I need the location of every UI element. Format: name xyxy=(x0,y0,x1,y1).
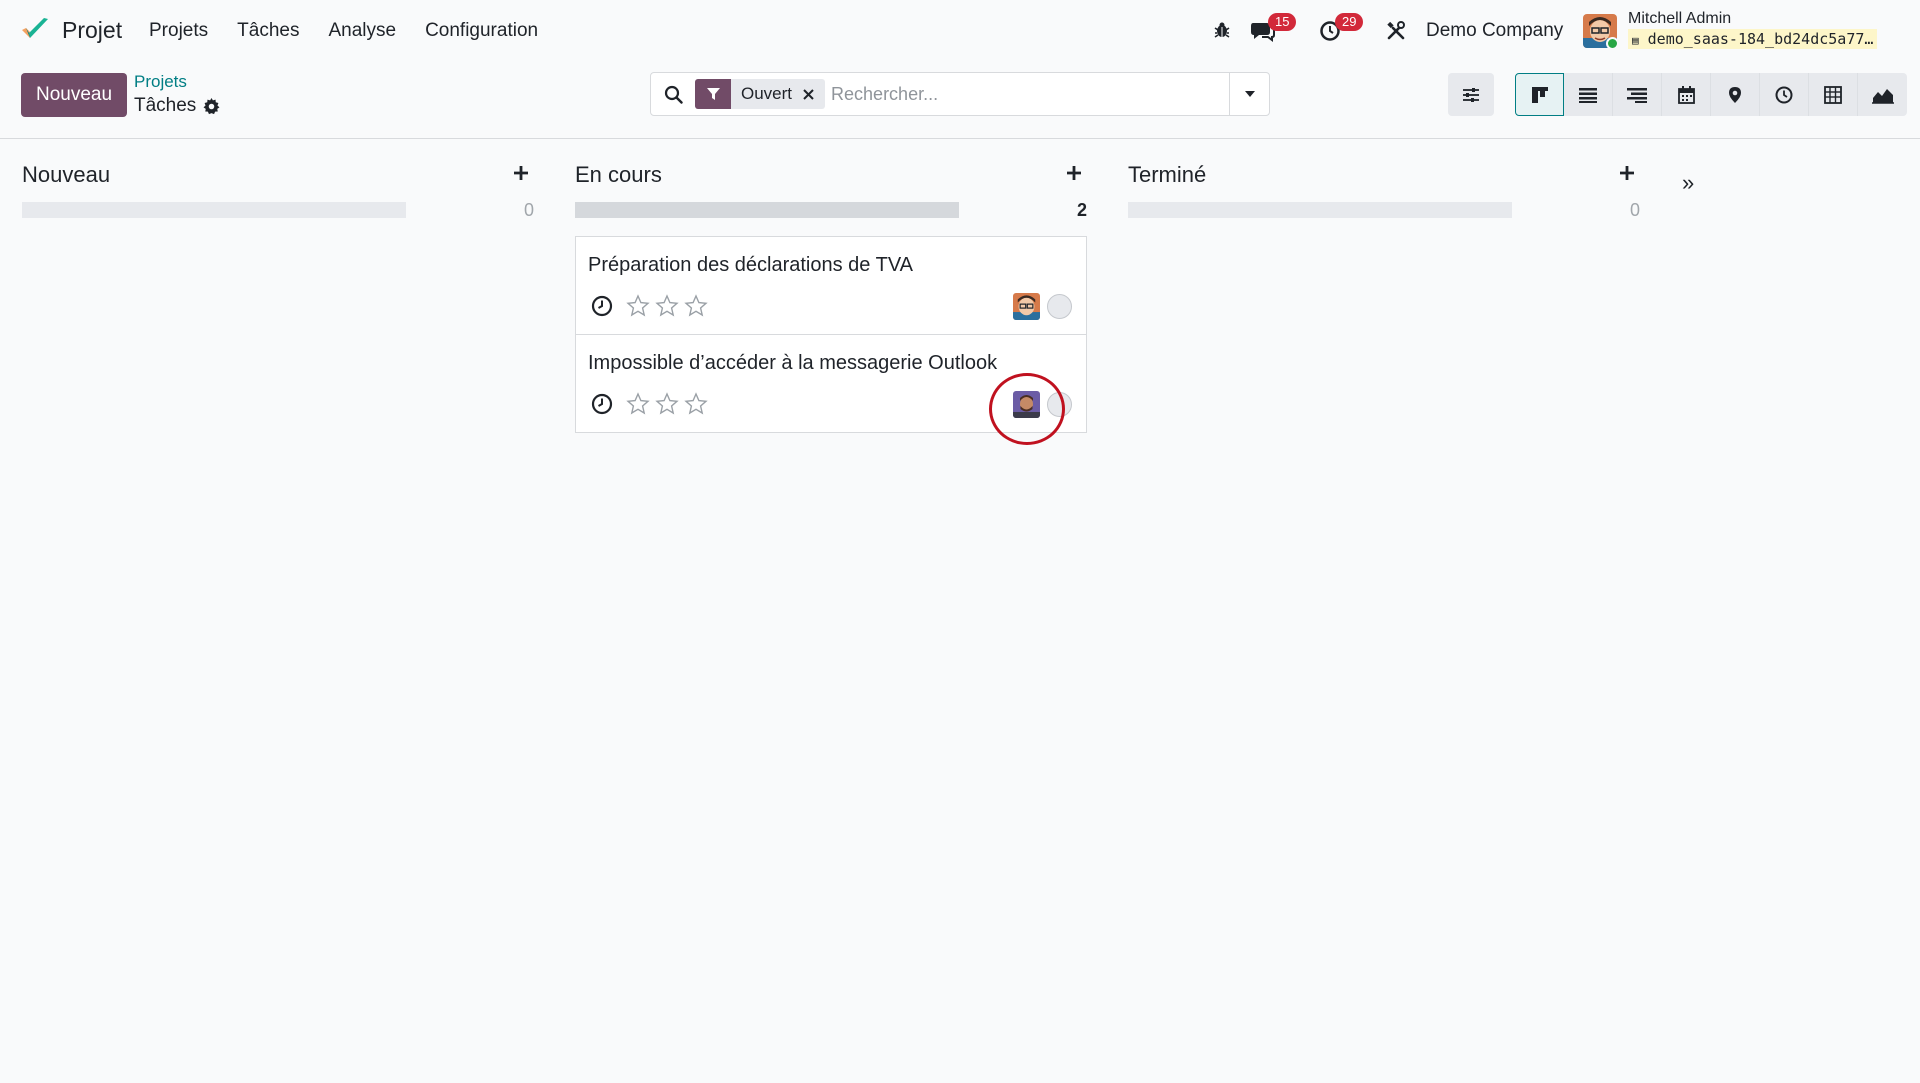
top-navbar: Projet Projets Tâches Analyse Configurat… xyxy=(0,0,1920,61)
kanban-icon xyxy=(1531,86,1548,103)
remove-facet-icon[interactable] xyxy=(802,79,825,109)
priority-stars xyxy=(626,294,708,318)
user-name[interactable]: Mitchell Admin xyxy=(1628,10,1731,28)
view-activity-button[interactable] xyxy=(1760,73,1809,116)
breadcrumb-projets[interactable]: Projets xyxy=(134,72,187,92)
activity-clock-icon[interactable] xyxy=(591,295,613,317)
page-title: Tâches xyxy=(134,95,197,116)
column-title[interactable]: Nouveau xyxy=(22,162,110,188)
add-task-quick-create-button[interactable] xyxy=(508,160,534,186)
card-title: Impossible d’accéder à la messagerie Out… xyxy=(588,352,998,374)
annotation-circle xyxy=(989,373,1065,445)
view-settings-button[interactable] xyxy=(1448,73,1494,116)
menu-item-projets[interactable]: Projets xyxy=(149,20,208,42)
column-count: 2 xyxy=(1076,200,1087,220)
list-icon xyxy=(1579,87,1597,103)
view-kanban-button[interactable] xyxy=(1515,73,1564,116)
database-name: ▤ demo_saas-184_bd24dc5a77… xyxy=(1628,29,1878,49)
view-switcher xyxy=(1515,73,1907,116)
column-count: 0 xyxy=(1629,200,1640,220)
gantt-icon xyxy=(1627,87,1647,103)
app-logo-icon[interactable] xyxy=(20,16,50,44)
view-list-button[interactable] xyxy=(1564,73,1613,116)
tools-icon[interactable] xyxy=(1386,21,1406,41)
star-icon[interactable] xyxy=(684,294,708,318)
menu-item-taches[interactable]: Tâches xyxy=(237,20,299,42)
facet-value: Ouvert xyxy=(741,84,793,103)
database-icon: ▤ xyxy=(1632,34,1639,47)
plus-icon xyxy=(514,166,528,180)
column-count: 0 xyxy=(523,200,534,220)
activity-clock-icon[interactable] xyxy=(591,393,613,415)
search-input[interactable] xyxy=(831,83,1212,105)
view-gantt-button[interactable] xyxy=(1613,73,1662,116)
view-calendar-button[interactable] xyxy=(1662,73,1711,116)
caret-down-icon xyxy=(1244,91,1255,97)
plus-icon xyxy=(1620,166,1634,180)
main-menu: Projets Tâches Analyse Configuration xyxy=(149,20,567,42)
star-icon[interactable] xyxy=(626,392,650,416)
view-graph-button[interactable] xyxy=(1858,73,1907,116)
column-progress-bar[interactable] xyxy=(22,202,406,218)
search-icon[interactable] xyxy=(651,73,695,115)
online-status-dot xyxy=(1606,37,1619,50)
search-options-toggle[interactable] xyxy=(1229,73,1269,115)
view-map-button[interactable] xyxy=(1711,73,1760,116)
view-pivot-button[interactable] xyxy=(1809,73,1858,116)
activities-badge: 29 xyxy=(1335,13,1364,31)
breadcrumb-current: Tâches xyxy=(134,95,220,117)
area-chart-icon xyxy=(1871,88,1894,104)
plus-icon xyxy=(1067,166,1081,180)
expand-folded-columns-icon[interactable]: » xyxy=(1682,170,1694,196)
map-pin-icon xyxy=(1729,86,1741,103)
column-progress-bar[interactable] xyxy=(575,202,959,218)
card-title: Préparation des déclarations de TVA xyxy=(588,254,914,276)
pivot-table-icon xyxy=(1824,85,1842,104)
search-bar: Ouvert xyxy=(650,72,1270,116)
column-title[interactable]: En cours xyxy=(575,162,662,188)
sliders-icon xyxy=(1463,87,1479,102)
search-facet: Ouvert xyxy=(695,79,826,109)
clock-icon xyxy=(1775,86,1793,103)
kanban-card[interactable]: Préparation des déclarations de TVA xyxy=(575,236,1087,335)
star-icon[interactable] xyxy=(655,294,679,318)
star-icon[interactable] xyxy=(655,392,679,416)
star-icon[interactable] xyxy=(626,294,650,318)
filter-icon xyxy=(695,79,731,109)
messages-badge: 15 xyxy=(1268,13,1297,31)
new-task-button[interactable]: Nouveau xyxy=(21,73,127,117)
column-progress-bar[interactable] xyxy=(1128,202,1512,218)
menu-item-configuration[interactable]: Configuration xyxy=(425,20,538,42)
add-task-quick-create-button[interactable] xyxy=(1614,160,1640,186)
company-switcher[interactable]: Demo Company xyxy=(1426,20,1563,42)
gear-icon[interactable] xyxy=(203,97,220,115)
kanban-state-circle[interactable] xyxy=(1047,294,1072,319)
star-icon[interactable] xyxy=(684,392,708,416)
control-panel-divider xyxy=(0,138,1920,139)
menu-item-analyse[interactable]: Analyse xyxy=(328,20,396,42)
debug-bug-icon[interactable] xyxy=(1213,21,1231,39)
column-title[interactable]: Terminé xyxy=(1128,162,1206,188)
add-task-quick-create-button[interactable] xyxy=(1061,160,1087,186)
priority-stars xyxy=(626,392,708,416)
calendar-icon xyxy=(1677,85,1695,104)
app-name[interactable]: Projet xyxy=(62,17,122,44)
assignee-avatar[interactable] xyxy=(1013,293,1040,320)
